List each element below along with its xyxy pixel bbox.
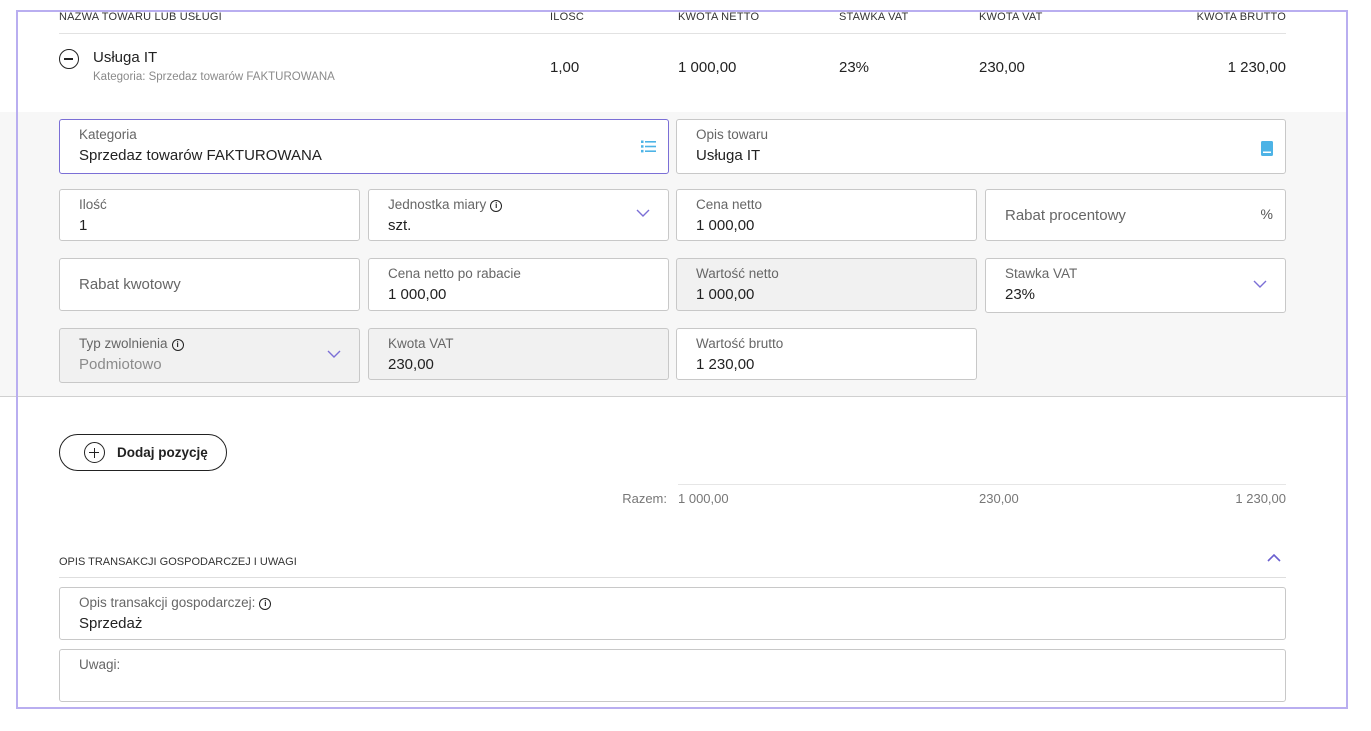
transaction-description-field[interactable]: Opis transakcji gospodarczej: i Sprzedaż bbox=[59, 587, 1286, 640]
header-gross: Kwota brutto bbox=[1196, 11, 1286, 23]
percent-discount-field[interactable]: Rabat procentowy % bbox=[985, 189, 1286, 241]
remove-item-icon[interactable] bbox=[59, 49, 79, 69]
net-value-value: 1 000,00 bbox=[696, 286, 755, 303]
chevron-up-icon[interactable] bbox=[1267, 554, 1281, 562]
gross-value-value: 1 230,00 bbox=[696, 356, 755, 373]
item-name: Usługa IT bbox=[93, 49, 158, 66]
product-description-value: Usługa IT bbox=[696, 147, 761, 164]
totals-vat: 230,00 bbox=[979, 491, 1019, 506]
table-row[interactable]: Usługa IT Kategoria: Sprzedaz towarów FA… bbox=[59, 34, 1286, 112]
chevron-down-icon[interactable] bbox=[636, 209, 650, 217]
transaction-description-value: Sprzedaż bbox=[79, 615, 143, 632]
info-icon[interactable]: i bbox=[171, 339, 184, 351]
unit-label: Jednostka miary bbox=[388, 197, 487, 212]
vat-rate-select[interactable]: Stawka VAT 23% bbox=[985, 258, 1286, 313]
header-qty: Ilość bbox=[550, 11, 585, 23]
unit-value: szt. bbox=[388, 217, 412, 234]
gross-value-field[interactable]: Wartość brutto 1 230,00 bbox=[676, 328, 977, 380]
header-net: Kwota netto bbox=[678, 11, 760, 23]
transaction-description-label: Opis transakcji gospodarczej: bbox=[79, 595, 256, 610]
notes-label: Uwagi: bbox=[79, 657, 121, 672]
totals-divider bbox=[678, 484, 1286, 485]
section-title: Opis transakcji gospodarczej i uwagi bbox=[59, 556, 297, 568]
net-value-label: Wartość netto bbox=[696, 266, 779, 281]
transaction-label-wrap: Opis transakcji gospodarczej: i bbox=[79, 595, 272, 610]
header-vat-rate: Stawka VAT bbox=[839, 11, 909, 23]
percent-suffix: % bbox=[1260, 206, 1273, 222]
table-header: Nazwa towaru lub usługi Ilość Kwota nett… bbox=[59, 0, 1286, 34]
exemption-type-select: Typ zwolnienia i Podmiotowo bbox=[59, 328, 360, 383]
quantity-value: 1 bbox=[79, 217, 88, 234]
info-icon[interactable]: i bbox=[490, 200, 503, 212]
list-icon[interactable] bbox=[641, 140, 656, 153]
category-label: Kategoria bbox=[79, 127, 137, 142]
add-item-button[interactable]: Dodaj pozycję bbox=[59, 434, 227, 471]
percent-discount-placeholder: Rabat procentowy bbox=[1005, 206, 1126, 224]
chevron-down-icon bbox=[327, 350, 341, 358]
quantity-label: Ilość bbox=[79, 197, 107, 212]
discounted-net-price-label: Cena netto po rabacie bbox=[388, 266, 521, 281]
amount-discount-placeholder: Rabat kwotowy bbox=[79, 276, 181, 293]
header-name: Nazwa towaru lub usługi bbox=[59, 11, 222, 23]
totals-gross: 1 230,00 bbox=[1235, 491, 1286, 506]
vat-amount-value: 230,00 bbox=[388, 356, 434, 373]
notes-field[interactable]: Uwagi: bbox=[59, 649, 1286, 702]
add-item-label: Dodaj pozycję bbox=[117, 445, 208, 460]
item-net: 1 000,00 bbox=[678, 59, 737, 76]
net-price-label: Cena netto bbox=[696, 197, 763, 212]
book-icon[interactable] bbox=[1261, 141, 1273, 156]
info-icon[interactable]: i bbox=[259, 598, 272, 610]
transaction-section-header[interactable]: Opis transakcji gospodarczej i uwagi bbox=[59, 548, 1286, 578]
category-value: Sprzedaz towarów FAKTUROWANA bbox=[79, 147, 322, 164]
exemption-type-label: Typ zwolnienia bbox=[79, 336, 168, 351]
unit-select[interactable]: Jednostka miary i szt. bbox=[368, 189, 669, 241]
product-description-label: Opis towaru bbox=[696, 127, 769, 142]
exemption-label-wrap: Typ zwolnienia i bbox=[79, 336, 184, 351]
totals-label: Razem: bbox=[622, 491, 667, 506]
chevron-down-icon[interactable] bbox=[1253, 280, 1267, 288]
item-gross: 1 230,00 bbox=[1227, 59, 1286, 76]
item-qty: 1,00 bbox=[550, 59, 580, 76]
vat-amount-label: Kwota VAT bbox=[388, 336, 454, 351]
net-price-value: 1 000,00 bbox=[696, 217, 755, 234]
plus-icon bbox=[84, 442, 105, 463]
product-description-field[interactable]: Opis towaru Usługa IT bbox=[676, 119, 1286, 174]
unit-label-wrap: Jednostka miary i bbox=[388, 197, 503, 212]
amount-discount-field[interactable]: Rabat kwotowy bbox=[59, 258, 360, 311]
quantity-field[interactable]: Ilość 1 bbox=[59, 189, 360, 241]
net-price-field[interactable]: Cena netto 1 000,00 bbox=[676, 189, 977, 241]
category-field[interactable]: Kategoria Sprzedaz towarów FAKTUROWANA bbox=[59, 119, 669, 174]
vat-amount-field: Kwota VAT 230,00 bbox=[368, 328, 669, 380]
vat-rate-label: Stawka VAT bbox=[1005, 266, 1078, 281]
exemption-type-value: Podmiotowo bbox=[79, 356, 162, 373]
discounted-net-price-value: 1 000,00 bbox=[388, 286, 447, 303]
header-vat-amount: Kwota VAT bbox=[979, 11, 1043, 23]
totals-net: 1 000,00 bbox=[678, 491, 729, 506]
item-vat-amount: 230,00 bbox=[979, 59, 1025, 76]
vat-rate-value: 23% bbox=[1005, 286, 1036, 303]
item-vat-rate: 23% bbox=[839, 59, 870, 76]
gross-value-label: Wartość brutto bbox=[696, 336, 784, 351]
net-value-field: Wartość netto 1 000,00 bbox=[676, 258, 977, 311]
discounted-net-price-field[interactable]: Cena netto po rabacie 1 000,00 bbox=[368, 258, 669, 311]
item-category: Kategoria: Sprzedaz towarów FAKTUROWANA bbox=[93, 71, 335, 83]
